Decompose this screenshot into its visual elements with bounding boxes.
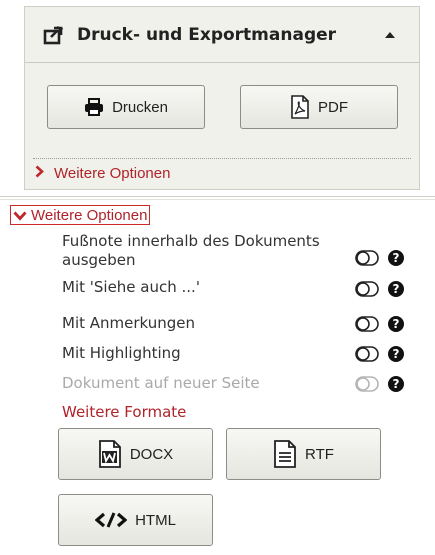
new-page-toggle-disabled bbox=[355, 376, 379, 392]
more-options-toggle-expanded[interactable]: Weitere Optionen bbox=[10, 205, 151, 225]
print-export-manager: Druck- und Exportmanager Drucken PDF Wei… bbox=[24, 6, 420, 190]
docx-label: DOCX bbox=[129, 445, 174, 463]
code-icon bbox=[95, 512, 128, 528]
help-icon[interactable]: ? bbox=[388, 250, 404, 266]
option-see-also-label: Mit 'Siehe auch ...' bbox=[62, 278, 200, 296]
print-label: Drucken bbox=[112, 98, 168, 116]
chevron-down-icon bbox=[13, 206, 27, 225]
more-options-expanded-label: Weitere Optionen bbox=[31, 206, 148, 224]
section-divider bbox=[0, 196, 435, 197]
help-icon[interactable]: ? bbox=[388, 316, 404, 332]
option-highlighting-label: Mit Highlighting bbox=[62, 344, 181, 362]
html-label: HTML bbox=[135, 511, 176, 529]
manager-header[interactable]: Druck- und Exportmanager bbox=[25, 7, 419, 63]
option-new-page-controls: ? bbox=[355, 376, 404, 392]
rtf-label: RTF bbox=[305, 445, 334, 463]
chevron-right-icon bbox=[35, 165, 44, 182]
section-divider-light bbox=[0, 199, 435, 200]
pdf-button[interactable]: PDF bbox=[240, 85, 398, 129]
more-options-link-collapsed[interactable]: Weitere Optionen bbox=[35, 165, 170, 182]
html-button[interactable]: HTML bbox=[58, 494, 213, 546]
option-new-page-label: Dokument auf neuer Seite bbox=[62, 374, 260, 392]
help-icon[interactable]: ? bbox=[388, 346, 404, 362]
manager-title: Druck- und Exportmanager bbox=[77, 24, 337, 45]
docx-button[interactable]: DOCX bbox=[58, 428, 213, 480]
dotted-separator bbox=[33, 158, 411, 159]
print-export-panel: Druck- und Exportmanager Drucken PDF Wei… bbox=[0, 0, 435, 555]
word-file-icon bbox=[98, 440, 122, 468]
printer-icon bbox=[84, 98, 104, 116]
pdf-label: PDF bbox=[318, 98, 348, 116]
more-options-label: Weitere Optionen bbox=[54, 165, 171, 182]
print-button[interactable]: Drucken bbox=[47, 85, 205, 129]
text-file-icon bbox=[273, 440, 297, 468]
highlighting-toggle[interactable] bbox=[355, 346, 379, 362]
help-icon[interactable]: ? bbox=[388, 376, 404, 392]
see-also-toggle[interactable] bbox=[355, 281, 379, 297]
option-footnote-label: Fußnote innerhalb des Dokuments ausgeben bbox=[62, 232, 320, 269]
help-icon[interactable]: ? bbox=[388, 281, 404, 297]
footnote-toggle[interactable] bbox=[355, 250, 379, 266]
export-icon bbox=[43, 24, 65, 46]
option-footnote-controls: ? bbox=[355, 250, 404, 266]
more-formats-heading: Weitere Formate bbox=[62, 403, 187, 421]
option-highlighting-controls: ? bbox=[355, 346, 404, 362]
option-annotations-controls: ? bbox=[355, 316, 404, 332]
pdf-file-icon bbox=[290, 95, 310, 119]
collapse-caret-icon[interactable] bbox=[385, 32, 395, 38]
option-annotations-label: Mit Anmerkungen bbox=[62, 314, 196, 332]
rtf-button[interactable]: RTF bbox=[226, 428, 381, 480]
annotations-toggle[interactable] bbox=[355, 316, 379, 332]
option-see-also-controls: ? bbox=[355, 281, 404, 297]
